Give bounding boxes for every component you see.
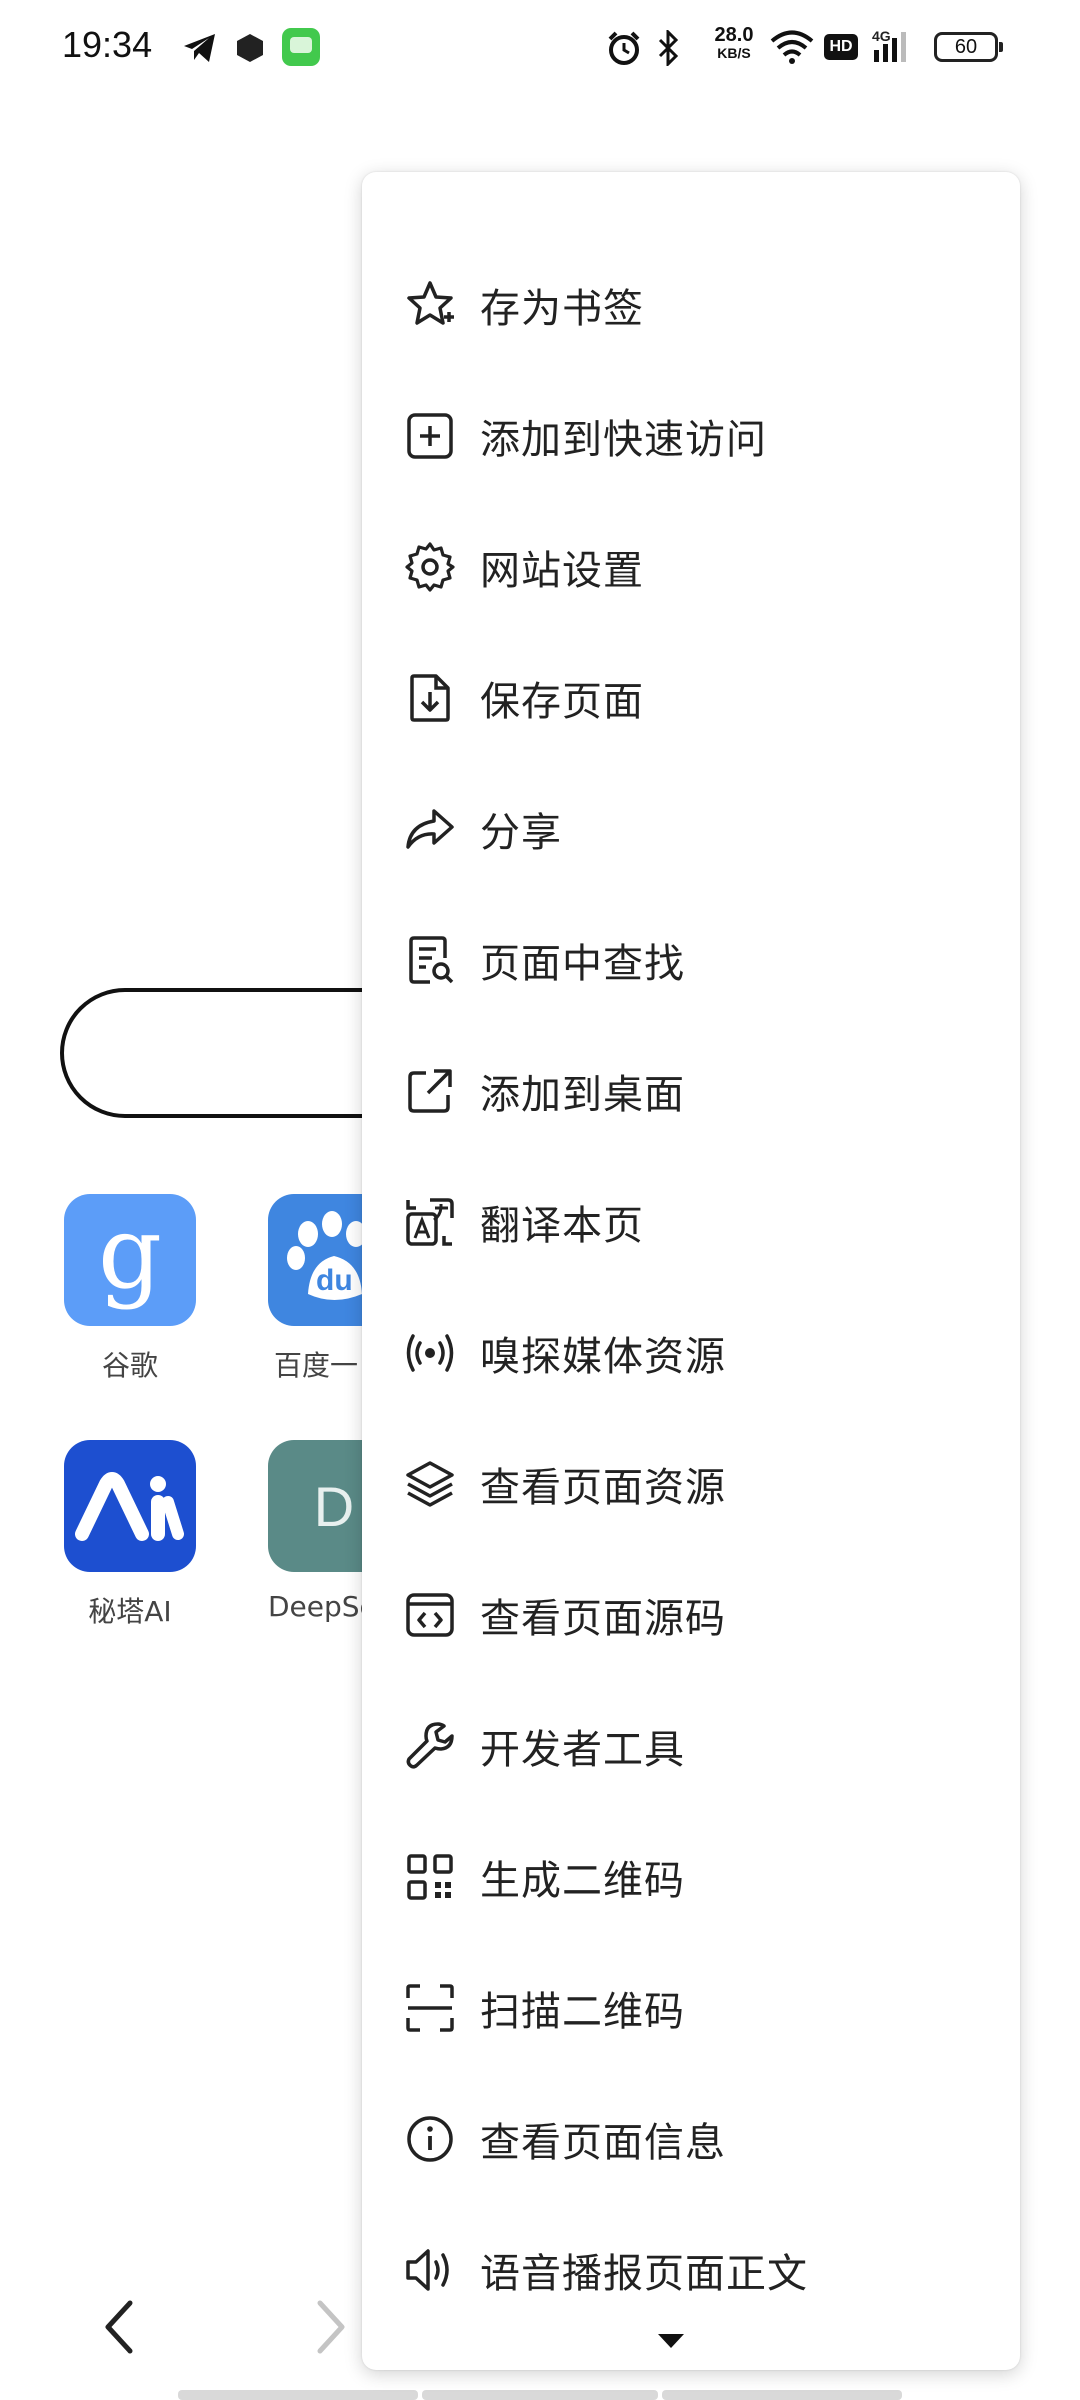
- overflow-menu: 存为书签 添加到快速访问 网站设置 保存页面 分享 页面中查找 添加到桌面 翻译…: [362, 172, 1020, 2370]
- find-in-page-icon: [404, 934, 456, 986]
- status-bar: 19:34 28.0 KB/S HD 4G 60: [0, 0, 1080, 96]
- gesture-bar: [178, 2390, 418, 2400]
- translate-icon: [404, 1196, 456, 1248]
- wrench-icon: [404, 1720, 456, 1772]
- gear-icon: [404, 541, 456, 593]
- qr-code-icon: [404, 1851, 456, 1903]
- menu-item-page-info[interactable]: 查看页面信息: [362, 2073, 1020, 2204]
- network-speed: 28.0 KB/S: [714, 24, 754, 61]
- shortcut-label: 秘塔AI: [88, 1595, 172, 1628]
- menu-item-page-resources[interactable]: 查看页面资源: [362, 1418, 1020, 1549]
- metaso-icon: [64, 1440, 196, 1572]
- file-download-icon: [404, 672, 456, 724]
- star-plus-icon: [404, 279, 456, 331]
- share-arrow-icon: [404, 803, 456, 855]
- telegram-icon: [182, 32, 218, 64]
- shortcut-google[interactable]: g: [64, 1194, 196, 1326]
- shortcut-metaso[interactable]: [64, 1440, 196, 1572]
- chevron-left-icon: [105, 2300, 133, 2354]
- battery-indicator: 60: [934, 32, 1003, 62]
- menu-item-developer-tools[interactable]: 开发者工具: [362, 1680, 1020, 1811]
- menu-item-bookmark[interactable]: 存为书签: [362, 239, 1020, 370]
- gesture-bar: [662, 2390, 902, 2400]
- messages-app-icon: [282, 28, 320, 66]
- app-hexagon-icon: [234, 32, 266, 64]
- scan-frame-icon: [404, 1982, 456, 2034]
- menu-item-view-source[interactable]: 查看页面源码: [362, 1549, 1020, 1680]
- bluetooth-icon: [656, 30, 680, 66]
- menu-item-find-in-page[interactable]: 页面中查找: [362, 894, 1020, 1025]
- menu-item-generate-qr[interactable]: 生成二维码: [362, 1811, 1020, 1942]
- menu-item-add-to-desktop[interactable]: 添加到桌面: [362, 1025, 1020, 1156]
- forward-button[interactable]: [300, 2292, 360, 2362]
- menu-item-site-settings[interactable]: 网站设置: [362, 501, 1020, 632]
- more-items-arrow-icon[interactable]: [658, 2334, 684, 2348]
- menu-item-quick-access[interactable]: 添加到快速访问: [362, 370, 1020, 501]
- menu-item-scan-qr[interactable]: 扫描二维码: [362, 1942, 1020, 2073]
- speaker-icon: [404, 2244, 456, 2296]
- menu-item-translate[interactable]: 翻译本页: [362, 1156, 1020, 1287]
- gesture-bar: [422, 2390, 658, 2400]
- clock: 19:34: [62, 24, 153, 65]
- menu-item-read-aloud[interactable]: 语音播报页面正文: [362, 2204, 1020, 2335]
- open-external-icon: [404, 1065, 456, 1117]
- wifi-icon: [770, 30, 814, 64]
- alarm-icon: [606, 30, 642, 66]
- google-g-icon: g: [64, 1194, 196, 1326]
- menu-item-sniff-media[interactable]: 嗅探媒体资源: [362, 1287, 1020, 1418]
- back-button[interactable]: [90, 2292, 150, 2362]
- shortcut-label: 谷歌: [101, 1349, 158, 1382]
- square-plus-icon: [404, 410, 456, 462]
- menu-item-save-page[interactable]: 保存页面: [362, 632, 1020, 763]
- info-circle-icon: [404, 2113, 456, 2165]
- hd-badge: HD: [824, 34, 858, 60]
- menu-item-share[interactable]: 分享: [362, 763, 1020, 894]
- code-window-icon: [404, 1589, 456, 1641]
- layers-icon: [404, 1458, 456, 1510]
- chevron-right-icon: [317, 2300, 345, 2354]
- broadcast-icon: [404, 1327, 456, 1379]
